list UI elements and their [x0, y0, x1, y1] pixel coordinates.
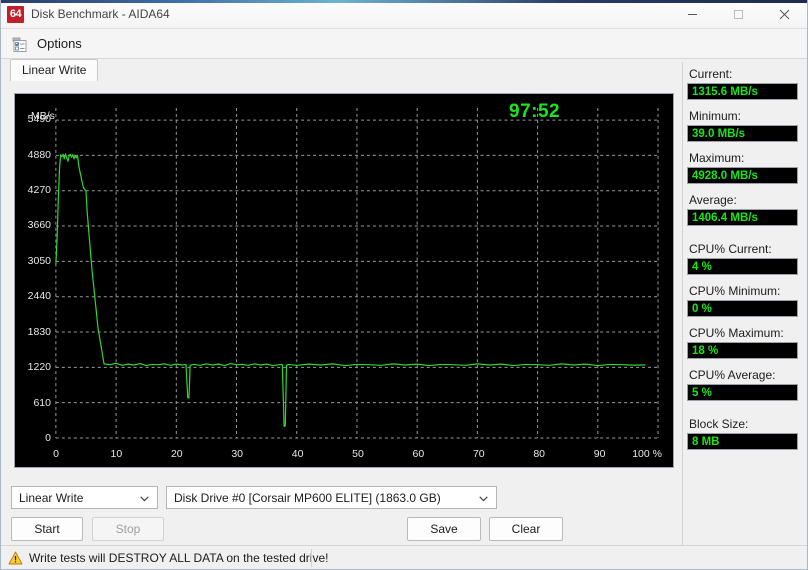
stat-item: CPU% Minimum: 0 %	[687, 284, 808, 317]
title-bar: 64 Disk Benchmark - AIDA64	[1, 0, 807, 29]
y-axis-tick-label: 3050	[27, 254, 51, 267]
stat-item: Block Size: 8 MB	[687, 417, 808, 450]
warning-triangle-icon	[8, 551, 23, 565]
stat-label: CPU% Average:	[689, 368, 776, 382]
stat-label: Maximum:	[689, 151, 745, 165]
disk-benchmark-window: 64 Disk Benchmark - AIDA64 Options Linea…	[0, 0, 808, 570]
y-axis-tick-label: 0	[45, 432, 51, 444]
stat-value: 18 %	[687, 342, 798, 359]
stat-value: 5 %	[687, 384, 798, 401]
stat-item: Average: 1406.4 MB/s	[687, 193, 808, 226]
stat-item: CPU% Maximum: 18 %	[687, 326, 808, 359]
y-axis-tick-label: 610	[33, 396, 51, 409]
stat-value: 1315.6 MB/s	[687, 83, 798, 100]
chevron-down-icon	[140, 491, 149, 505]
drive-select[interactable]: Disk Drive #0 [Corsair MP600 ELITE] (186…	[166, 486, 497, 509]
x-axis-tick-label: 100 %	[632, 448, 662, 460]
y-axis-tick-label: 1220	[27, 361, 51, 374]
x-axis-tick-label: 80	[533, 448, 546, 460]
test-type-select[interactable]: Linear Write	[11, 486, 158, 509]
clear-button[interactable]: Clear	[489, 517, 563, 541]
stop-button[interactable]: Stop	[92, 517, 164, 541]
status-separator	[311, 549, 312, 567]
y-axis-tick-label: 4270	[27, 184, 51, 197]
test-type-value: Linear Write	[19, 490, 84, 505]
panel-divider	[682, 62, 683, 545]
y-axis-tick-label: 2440	[27, 290, 51, 303]
stat-value: 39.0 MB/s	[687, 125, 798, 142]
maximize-icon[interactable]	[715, 0, 761, 29]
save-button[interactable]: Save	[407, 517, 481, 541]
stat-item: CPU% Current: 4 %	[687, 242, 808, 275]
stat-label: Block Size:	[689, 417, 749, 431]
x-axis-tick-label: 90	[593, 448, 606, 460]
window-title: Disk Benchmark - AIDA64	[31, 7, 170, 21]
stat-label: Average:	[689, 193, 737, 207]
stat-item: Maximum: 4928.0 MB/s	[687, 151, 808, 184]
stat-label: Minimum:	[689, 109, 742, 123]
y-axis-tick-label: 5490	[27, 113, 51, 126]
options-menu-item[interactable]: Options	[37, 36, 82, 51]
stat-item: CPU% Average: 5 %	[687, 368, 808, 401]
x-axis-tick-label: 50	[352, 448, 364, 460]
stat-value: 8 MB	[687, 433, 798, 450]
close-icon[interactable]	[761, 0, 807, 29]
app-logo-icon: 64	[7, 5, 24, 23]
stat-label: CPU% Current:	[689, 242, 772, 256]
graph-canvas	[55, 107, 659, 439]
stat-label: CPU% Maximum:	[689, 326, 784, 340]
minimize-icon[interactable]	[669, 0, 715, 29]
menu-bar: Options	[1, 29, 807, 59]
x-axis-tick-label: 0	[53, 448, 59, 460]
x-axis-tick-label: 40	[291, 448, 304, 460]
stat-item: Current: 1315.6 MB/s	[687, 67, 808, 100]
window-controls	[669, 0, 807, 29]
statistics-panel: Current: 1315.6 MB/s Minimum: 39.0 MB/s Maxi…	[687, 62, 808, 545]
status-bar: Write tests will DESTROY ALL DATA on the…	[1, 545, 807, 569]
x-axis-tick-label: 30	[231, 448, 244, 460]
x-axis-tick-label: 70	[472, 448, 485, 460]
chevron-down-icon	[479, 491, 488, 505]
stat-value: 1406.4 MB/s	[687, 209, 798, 226]
stat-label: Current:	[689, 67, 733, 81]
stat-item: Minimum: 39.0 MB/s	[687, 109, 808, 142]
tab-linear-write[interactable]: Linear Write	[10, 59, 99, 81]
x-axis-tick-label: 20	[170, 448, 183, 460]
stat-value: 4928.0 MB/s	[687, 167, 798, 184]
benchmark-graph: MB/s 0 610 1220 1830 2440 3050 3660 4270 4880 5490…	[14, 93, 674, 468]
y-axis-tick-label: 4880	[27, 148, 51, 161]
options-checklist-icon	[10, 34, 30, 54]
drive-value: Disk Drive #0 [Corsair MP600 ELITE] (186…	[174, 490, 441, 505]
stat-value: 4 %	[687, 258, 798, 275]
y-axis-tick-label: 3660	[27, 219, 51, 232]
stat-value: 0 %	[687, 300, 798, 317]
stat-label: CPU% Minimum:	[689, 284, 781, 298]
x-axis-tick-label: 60	[412, 448, 425, 460]
elapsed-timer: 97:52	[509, 101, 561, 122]
x-axis-tick-label: 10	[110, 448, 123, 460]
status-message: Write tests will DESTROY ALL DATA on the…	[29, 550, 329, 565]
start-button[interactable]: Start	[11, 517, 83, 541]
y-axis-tick-label: 1830	[27, 325, 51, 338]
